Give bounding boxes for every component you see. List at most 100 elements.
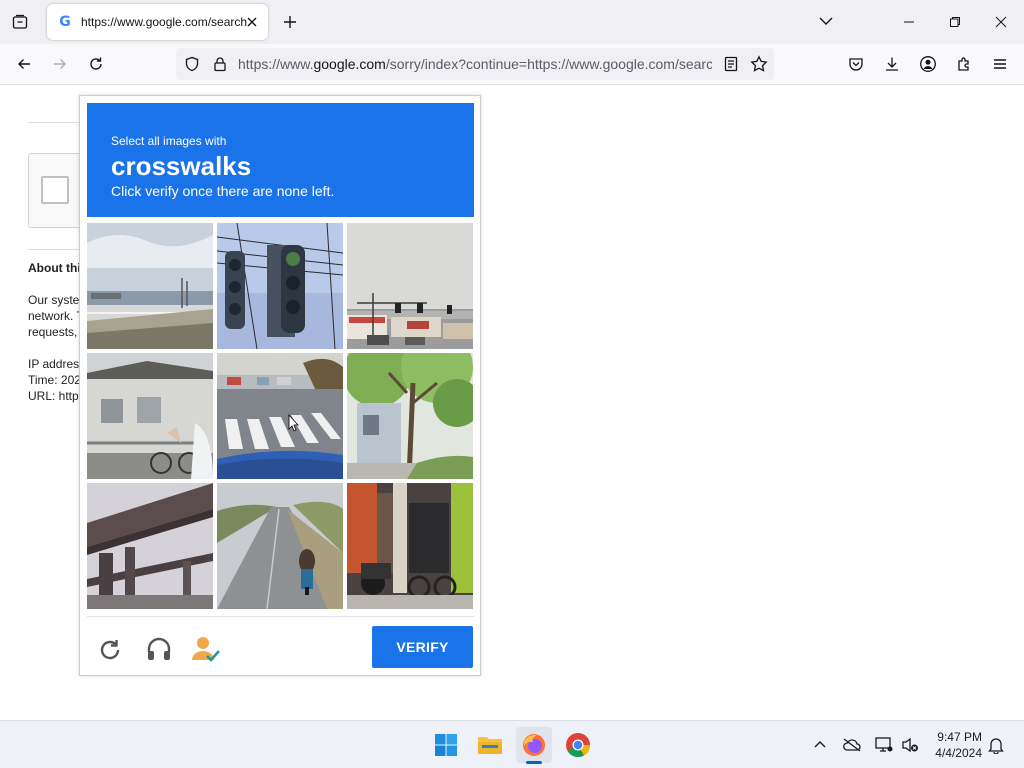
tile-image-house-bicycle — [87, 353, 213, 479]
chrome-icon — [566, 733, 590, 758]
start-button[interactable] — [428, 727, 464, 763]
tile-image-traffic-lights — [217, 223, 343, 349]
captcha-tile-4[interactable] — [87, 353, 213, 479]
restore-icon — [950, 17, 960, 27]
tile-image-house-tree — [347, 353, 473, 479]
tab-title: https://www.google.com/search — [81, 15, 248, 29]
captcha-tile-9[interactable] — [347, 483, 473, 609]
navigation-toolbar: https://www.google.com/sorry/index?conti… — [0, 44, 1024, 85]
new-tab-button[interactable] — [278, 10, 302, 34]
firefox-button[interactable] — [516, 727, 552, 764]
firefox-view-icon — [12, 14, 28, 29]
windows-logo-icon — [435, 734, 457, 756]
close-window-button[interactable] — [978, 8, 1024, 36]
page-paragraph-line: requests, and not a robot. — [28, 325, 80, 339]
recaptcha-challenge-dialog: Select all images with crosswalks Click … — [79, 95, 481, 676]
firefox-icon — [523, 734, 545, 756]
hamburger-menu-icon — [994, 59, 1006, 69]
forward-button[interactable] — [48, 52, 72, 76]
show-hidden-icons-button[interactable] — [810, 735, 830, 755]
shield-icon[interactable] — [184, 56, 200, 72]
close-tab-icon[interactable] — [244, 14, 260, 30]
file-explorer-button[interactable] — [472, 727, 508, 763]
ip-address-text: IP address: — [28, 357, 80, 371]
pocket-icon — [849, 58, 863, 71]
tile-image-crosswalk-street — [217, 353, 343, 479]
network-button[interactable] — [874, 735, 894, 755]
volume-button[interactable] — [900, 735, 920, 755]
account-icon — [920, 56, 936, 72]
forward-arrow-icon — [54, 59, 66, 69]
back-arrow-icon — [18, 59, 30, 69]
puzzle-icon — [958, 57, 969, 71]
account-button[interactable] — [916, 52, 940, 76]
challenge-header: Select all images with crosswalks Click … — [87, 103, 474, 217]
new-challenge-button[interactable] — [96, 636, 124, 664]
url-text[interactable]: https://www.google.com/sorry/index?conti… — [238, 56, 712, 72]
back-button[interactable] — [12, 52, 36, 76]
bell-icon — [988, 738, 1004, 754]
close-icon — [995, 16, 1007, 28]
list-all-tabs-button[interactable] — [815, 10, 837, 32]
menu-button[interactable] — [988, 52, 1012, 76]
download-icon — [886, 57, 898, 71]
tile-image-overpass — [87, 483, 213, 609]
chevron-up-icon — [814, 741, 826, 748]
restore-button[interactable] — [932, 8, 978, 36]
captcha-tile-2[interactable] — [217, 223, 343, 349]
clock-time[interactable]: 9:47 PM — [930, 730, 982, 744]
tile-image-waterfront-road — [87, 223, 213, 349]
tile-image-street-shops — [347, 223, 473, 349]
url-prefix: https://www. — [238, 56, 314, 72]
instruction-sub: Click verify once there are none left. — [111, 183, 335, 199]
minimize-icon — [904, 21, 914, 23]
challenge-target: crosswalks — [111, 151, 252, 181]
onedrive-button[interactable] — [842, 735, 862, 755]
person-check-icon — [192, 637, 220, 662]
url-path: /sorry/index?continue=https://www.google… — [385, 56, 712, 72]
downloads-button[interactable] — [880, 52, 904, 76]
captcha-tile-7[interactable] — [87, 483, 213, 609]
instruction-small: Select all images with — [111, 134, 227, 148]
audio-challenge-button[interactable] — [144, 634, 174, 664]
active-app-indicator — [526, 761, 542, 764]
captcha-tile-5[interactable] — [217, 353, 343, 479]
notifications-button[interactable] — [986, 735, 1006, 755]
minimize-button[interactable] — [886, 8, 932, 36]
time-text: Time: 2024-04-04 — [28, 373, 80, 387]
page-paragraph-line: network. This page checks to see if it's… — [28, 309, 80, 323]
captcha-tile-3[interactable] — [347, 223, 473, 349]
browser-tab[interactable]: G https://www.google.com/search — [47, 4, 268, 40]
tab-bar: G https://www.google.com/search — [0, 0, 1024, 44]
captcha-tile-1[interactable] — [87, 223, 213, 349]
clock-date[interactable]: 4/4/2024 — [922, 746, 982, 760]
reload-page-button[interactable] — [84, 52, 108, 76]
recaptcha-checkbox[interactable] — [41, 176, 69, 204]
speaker-muted-icon — [902, 737, 918, 753]
page-heading: About this page — [28, 261, 80, 275]
verify-button[interactable]: VERIFY — [372, 626, 473, 668]
chevron-down-icon — [819, 17, 833, 25]
cloud-off-icon — [843, 738, 861, 752]
bookmark-star-icon[interactable] — [750, 55, 768, 73]
folder-icon — [478, 737, 502, 754]
captcha-tile-8[interactable] — [217, 483, 343, 609]
extensions-button[interactable] — [952, 52, 976, 76]
chrome-button[interactable] — [560, 727, 596, 763]
reader-view-icon[interactable] — [723, 56, 739, 72]
plus-icon — [284, 16, 296, 28]
tile-image-motorbike-road — [217, 483, 343, 609]
monitor-icon — [875, 737, 893, 752]
url-bar[interactable]: https://www.google.com/sorry/index?conti… — [176, 48, 774, 80]
firefox-view-button[interactable] — [6, 8, 34, 36]
tile-image-storefront-bikes — [347, 483, 473, 609]
help-button[interactable] — [190, 634, 222, 666]
captcha-tile-6[interactable] — [347, 353, 473, 479]
headphones-icon — [147, 637, 171, 660]
taskbar: 9:47 PM 4/4/2024 — [0, 720, 1024, 768]
reload-icon — [90, 57, 102, 70]
url-domain: google.com — [313, 56, 386, 72]
pocket-button[interactable] — [844, 52, 868, 76]
url-info-text[interactable]: URL: https://www.google.com/search — [28, 389, 80, 403]
lock-icon[interactable] — [212, 56, 228, 72]
